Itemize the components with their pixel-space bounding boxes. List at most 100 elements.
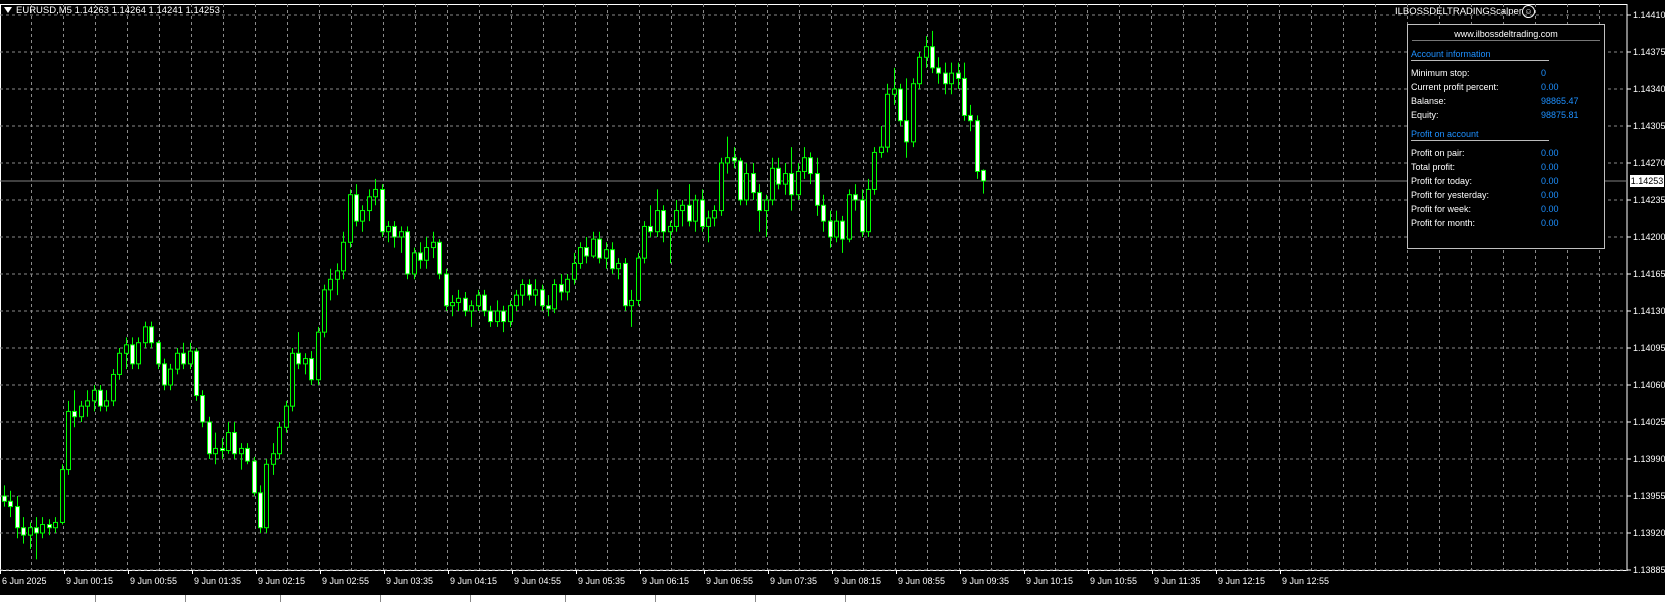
candle-body	[578, 247, 583, 264]
row-value: 98875.81	[1541, 110, 1579, 120]
candle-body	[565, 278, 570, 293]
candle-body	[482, 294, 487, 312]
time-tick-label: 9 Jun 00:55	[130, 576, 177, 586]
candle-body	[828, 220, 833, 238]
candle-body	[79, 405, 84, 418]
candle-body	[124, 344, 129, 354]
candle-body	[597, 238, 602, 259]
candle-body	[866, 188, 871, 233]
candle-body	[648, 225, 653, 233]
candle-body	[584, 247, 589, 257]
candle-body	[162, 363, 167, 386]
candle-body	[956, 72, 961, 79]
candle-body	[296, 352, 301, 365]
candle-body	[34, 527, 39, 534]
profit-separator	[1411, 140, 1549, 141]
price-tick-label: 1.13885	[1633, 565, 1665, 575]
candle-body	[380, 188, 385, 233]
profit-title: Profit on account	[1411, 129, 1479, 139]
candle-body	[924, 46, 929, 58]
candle-body	[360, 210, 365, 222]
candle-body	[572, 262, 577, 280]
candle-body	[40, 524, 45, 534]
candle-body	[725, 157, 730, 164]
smiley-icon[interactable]: ☺	[1522, 5, 1535, 18]
candle-body	[501, 310, 506, 323]
candle-body	[559, 284, 564, 293]
candle-body	[213, 447, 218, 455]
price-tick-label: 1.14270	[1633, 158, 1665, 168]
candle-body	[373, 188, 378, 198]
candle-body	[770, 167, 775, 201]
candle-body	[66, 410, 71, 471]
tab-divider	[565, 595, 566, 602]
candle-body	[533, 289, 538, 296]
candle-body	[194, 350, 199, 397]
candle-body	[456, 297, 461, 304]
candle-body	[540, 289, 545, 307]
candle-body	[284, 405, 289, 428]
candle-body	[610, 249, 615, 270]
candle-body	[764, 199, 769, 212]
row-value: 0.00	[1541, 190, 1559, 200]
candle-body	[392, 225, 397, 238]
row-label: Profit for month:	[1411, 218, 1476, 228]
candle-body	[808, 157, 813, 175]
candle-body	[840, 220, 845, 240]
candle-body	[936, 67, 941, 74]
candle-body	[821, 204, 826, 222]
candle-body	[28, 527, 33, 536]
candle-body	[47, 524, 52, 529]
candle-body	[168, 368, 173, 386]
candle-body	[431, 241, 436, 249]
candle-body	[904, 120, 909, 143]
price-tick-label: 1.14375	[1633, 47, 1665, 57]
candle-body	[879, 146, 884, 153]
bottom-tab-strip[interactable]	[0, 595, 1665, 602]
price-tick-label: 1.14340	[1633, 84, 1665, 94]
candle-body	[546, 305, 551, 310]
time-tick-label: 6 Jun 2025	[2, 576, 47, 586]
price-tick-label: 1.13920	[1633, 528, 1665, 538]
candle-body	[156, 342, 161, 365]
row-value: 0	[1541, 68, 1547, 78]
candle-body	[744, 173, 749, 201]
price-tick-label: 1.14060	[1633, 380, 1665, 390]
time-tick-label: 9 Jun 05:35	[578, 576, 625, 586]
candle-body	[450, 302, 455, 307]
time-tick-label: 9 Jun 09:35	[962, 576, 1009, 586]
candle-body	[687, 204, 692, 222]
candle-body	[98, 389, 103, 407]
tab-divider	[845, 595, 846, 602]
time-tick-label: 9 Jun 10:15	[1026, 576, 1073, 586]
current-price-label: 1.14253	[1630, 174, 1664, 187]
time-tick-label: 9 Jun 10:55	[1090, 576, 1137, 586]
row-label: Current profit percent:	[1411, 82, 1499, 92]
candle-body	[463, 297, 468, 312]
candle-body	[85, 400, 90, 407]
tab-divider	[95, 595, 96, 602]
candle-body	[469, 305, 474, 312]
candle-body	[399, 231, 404, 238]
candle-body	[975, 120, 980, 172]
dropdown-triangle-icon[interactable]	[4, 7, 12, 14]
row-value: 0.00	[1541, 82, 1559, 92]
candle-body	[917, 56, 922, 85]
candle-body	[117, 352, 122, 375]
candle-body	[2, 495, 7, 502]
candle-body	[220, 447, 225, 452]
candle-body	[444, 273, 449, 307]
candle-body	[232, 432, 237, 455]
candle-body	[623, 262, 628, 307]
row-label: Profit for today:	[1411, 176, 1473, 186]
candle-body	[527, 284, 532, 296]
row-label: Minimum stop:	[1411, 68, 1470, 78]
candle-body	[514, 294, 519, 307]
candle-body	[188, 350, 193, 365]
candle-body	[488, 310, 493, 323]
row-value: 0.00	[1541, 204, 1559, 214]
candle-body	[885, 93, 890, 148]
candle-body	[303, 358, 308, 365]
candle-body	[751, 173, 756, 194]
candle-body	[655, 210, 660, 233]
